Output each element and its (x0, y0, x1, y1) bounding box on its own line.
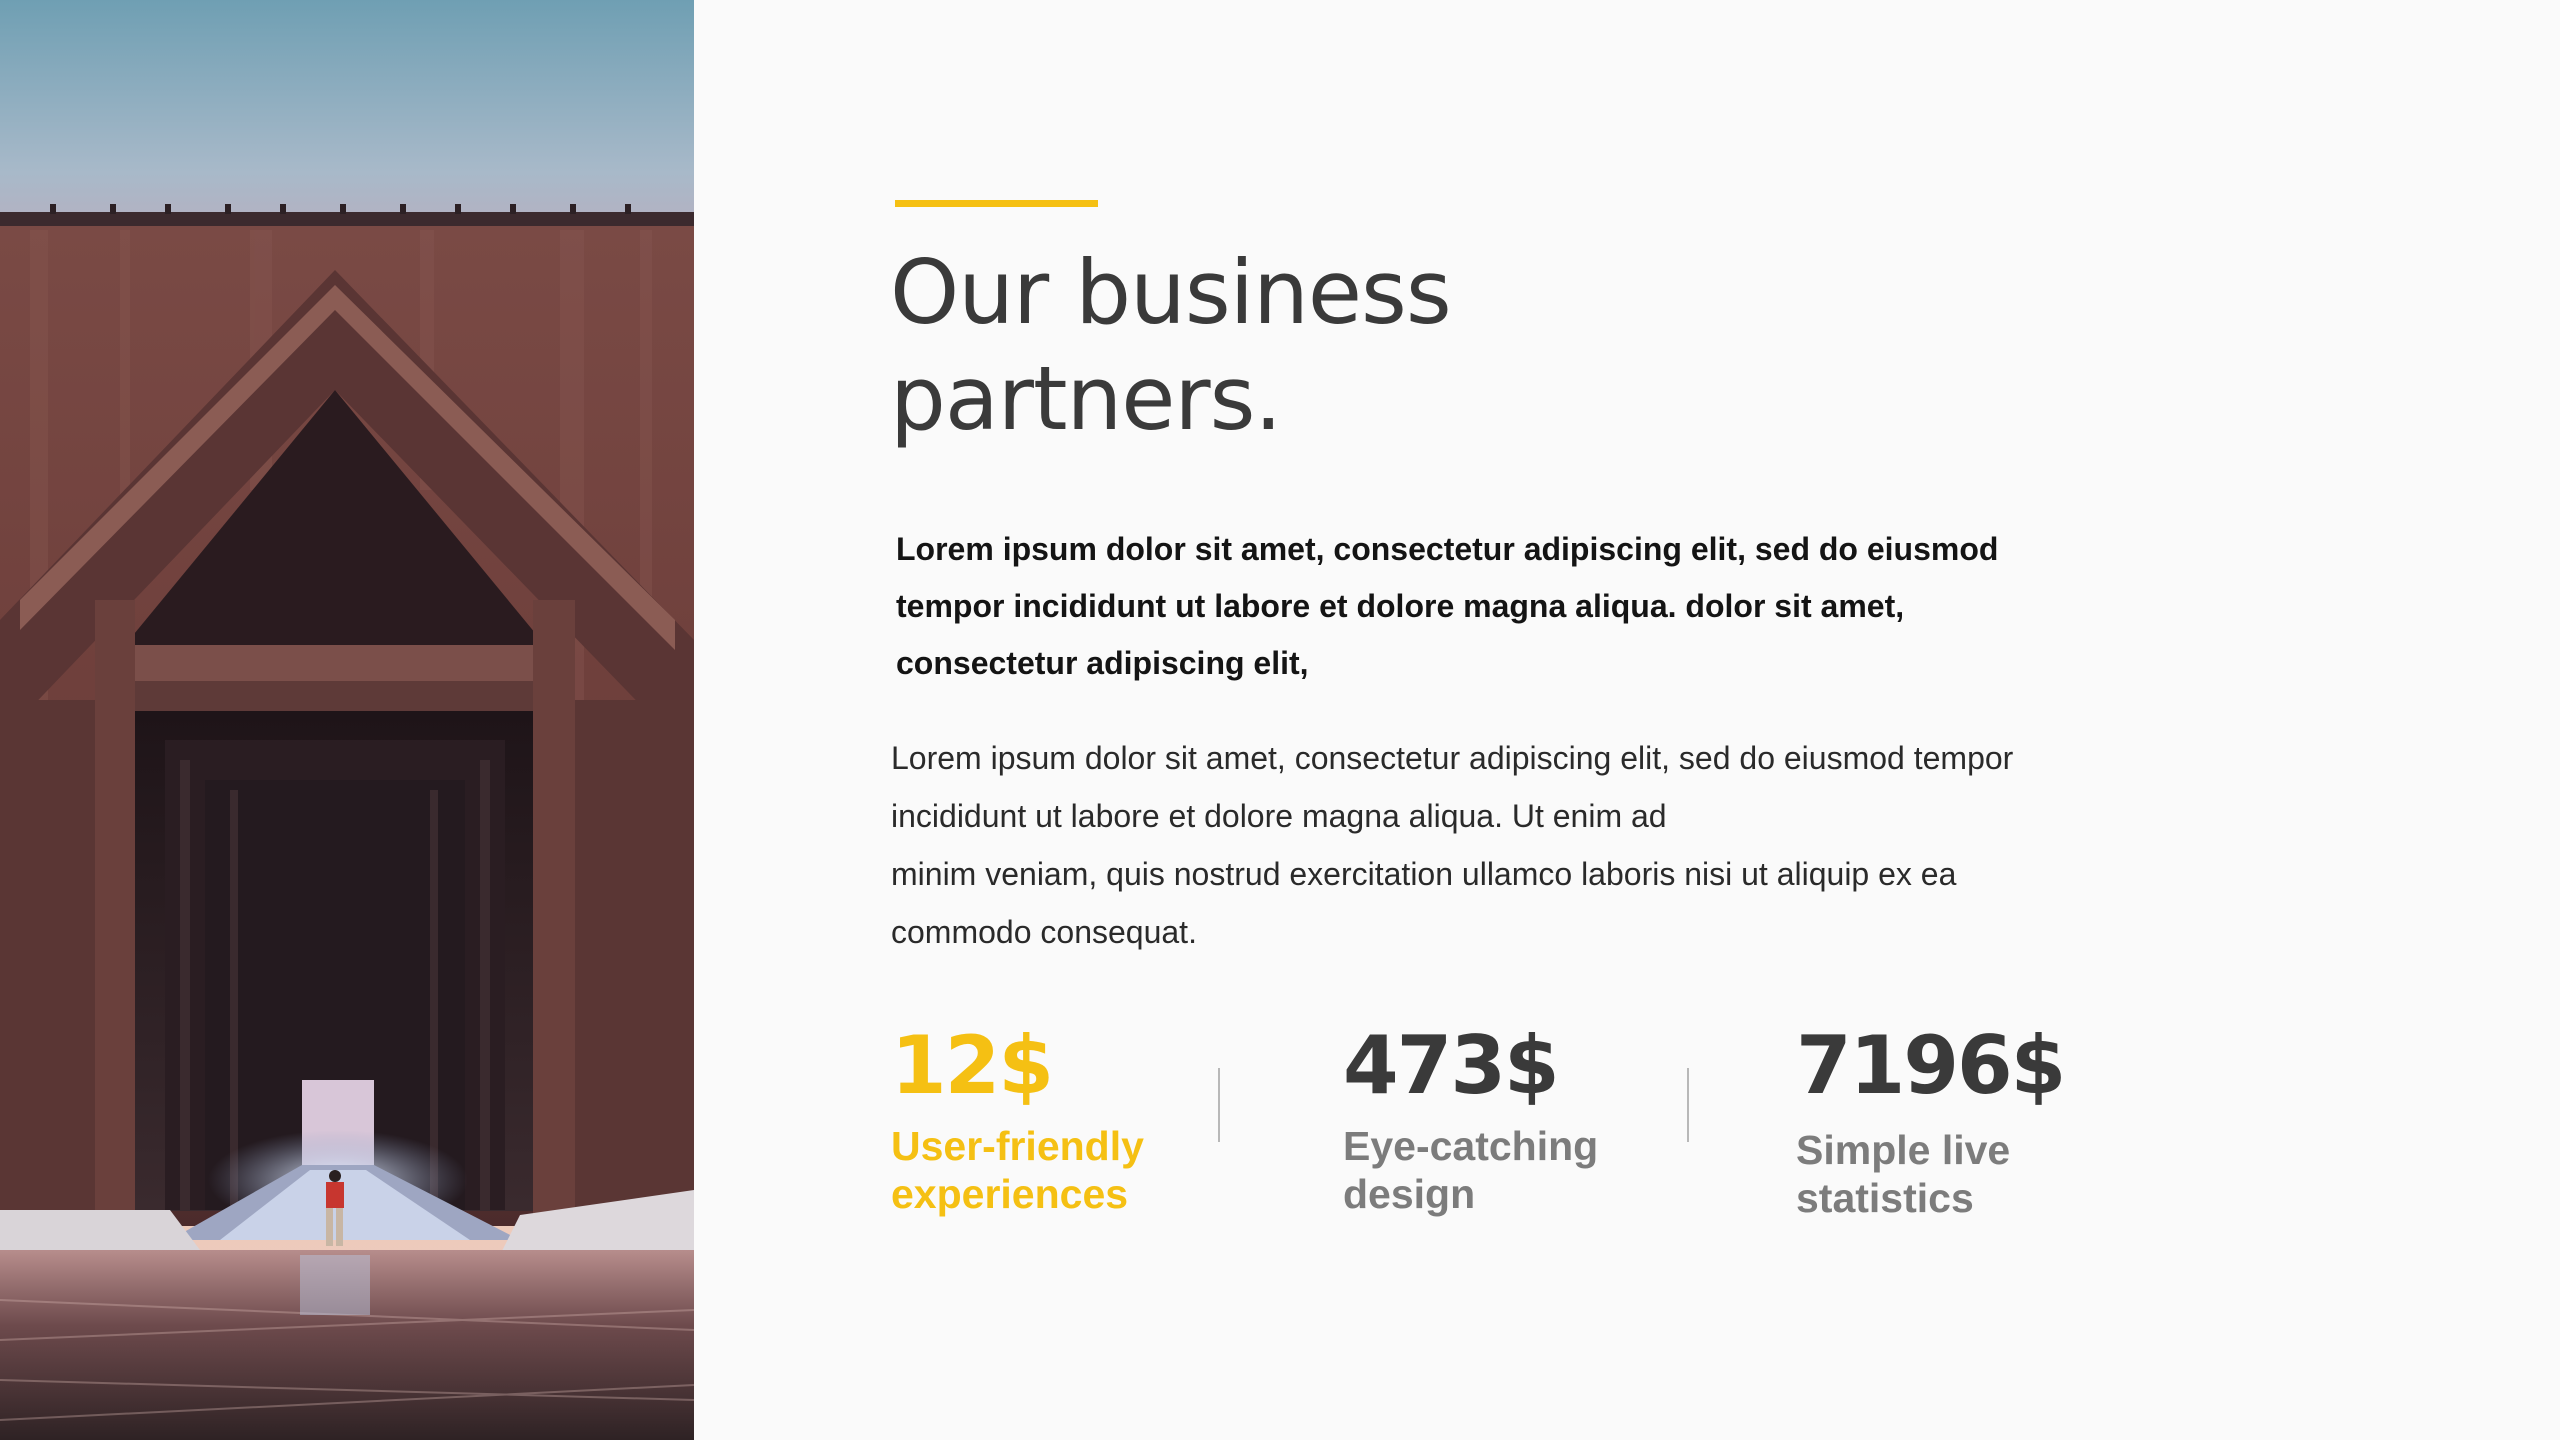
stat-label: Simple live statistics (1796, 1127, 2011, 1221)
stat-value: 12$ (891, 1019, 1054, 1112)
body-line: Lorem ipsum dolor sit amet, consectetur … (891, 740, 2014, 776)
slide: Our business partners. Lorem ipsum dolor… (0, 0, 2560, 1440)
stat-label: Eye-catching design (1343, 1123, 1599, 1217)
stat-value: 473$ (1343, 1019, 1560, 1112)
accent-bar (895, 200, 1098, 207)
slide-title: Our business partners. (890, 241, 1452, 450)
stat-live-statistics: 7196$ Simple live statistics (1796, 1016, 2066, 1222)
stat-eye-catching: 473$ Eye-catching design (1343, 1016, 1598, 1218)
body-line: incididunt ut labore et dolore magna ali… (891, 798, 1667, 834)
stat-user-friendly: 12$ User-friendly experiences (891, 1016, 1144, 1218)
stat-divider (1218, 1068, 1220, 1142)
photo-ore-dock-with-person (0, 0, 694, 1440)
stat-divider (1687, 1068, 1689, 1142)
body-line: minim veniam, quis nostrud exercitation … (891, 856, 1957, 892)
stat-label: User-friendly experiences (891, 1123, 1144, 1217)
stat-value: 7196$ (1796, 1019, 2066, 1112)
body-line: commodo consequat. (891, 914, 1197, 950)
lead-paragraph: Lorem ipsum dolor sit amet, consectetur … (896, 531, 1999, 681)
body-paragraph: Lorem ipsum dolor sit amet, consectetur … (891, 729, 2121, 961)
